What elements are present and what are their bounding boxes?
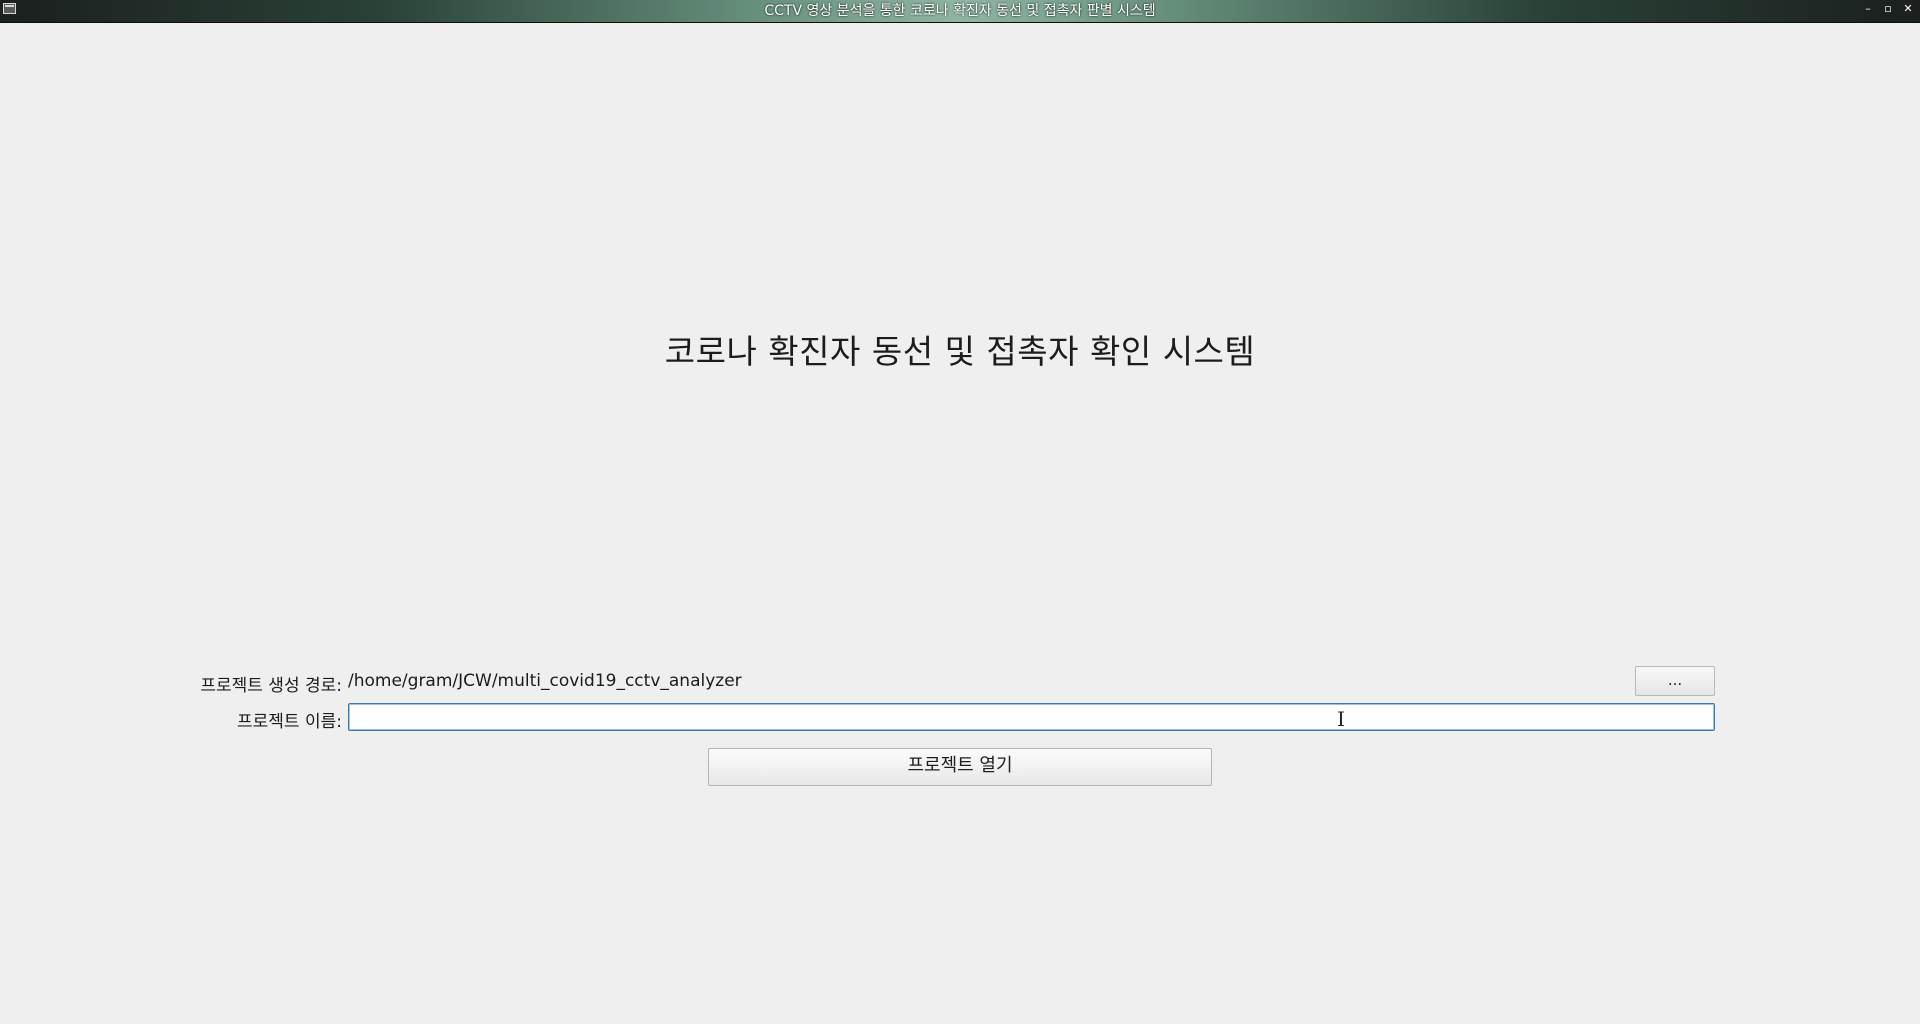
close-icon[interactable]: ✕ xyxy=(1902,3,1914,15)
project-path-label: 프로젝트 생성 경로: xyxy=(200,676,342,696)
page-title: 코로나 확진자 동선 및 접촉자 확인 시스템 xyxy=(664,332,1256,371)
window-title: CCTV 영상 분석을 통한 코로나 확진자 동선 및 접촉자 판별 시스템 xyxy=(764,3,1156,19)
maximize-icon[interactable]: ▫ xyxy=(1882,3,1894,15)
open-project-button[interactable]: 프로젝트 열기 xyxy=(708,748,1212,786)
window-controls: – ▫ ✕ xyxy=(1862,3,1914,15)
project-name-label: 프로젝트 이름: xyxy=(237,712,342,732)
title-bar[interactable]: CCTV 영상 분석을 통한 코로나 확진자 동선 및 접촉자 판별 시스템 –… xyxy=(0,0,1920,23)
main-window: CCTV 영상 분석을 통한 코로나 확진자 동선 및 접촉자 판별 시스템 –… xyxy=(0,0,1920,1024)
browse-path-button[interactable]: ... xyxy=(1635,666,1715,696)
project-name-input[interactable] xyxy=(348,703,1715,731)
project-path-value: /home/gram/JCW/multi_covid19_cctv_analyz… xyxy=(348,671,742,691)
minimize-icon[interactable]: – xyxy=(1862,3,1874,15)
